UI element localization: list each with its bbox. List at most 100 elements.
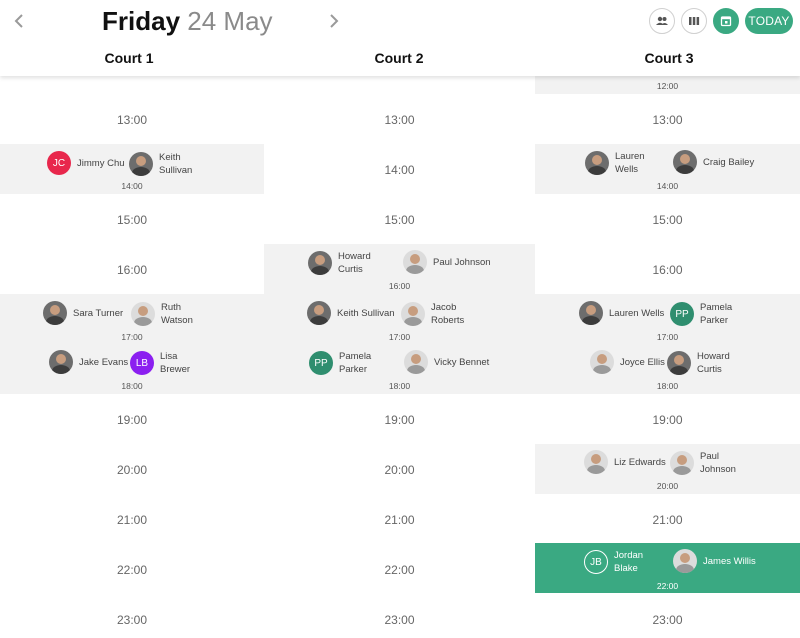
player[interactable]: Keith Sullivan [129, 151, 192, 177]
hour-slot-2200[interactable]: 22:00 [264, 563, 535, 577]
calendar-view-button[interactable] [713, 8, 739, 34]
avatar [404, 350, 428, 374]
player[interactable]: Lauren Wells [579, 301, 664, 325]
hour-slot-2100[interactable]: 21:00 [535, 513, 800, 527]
player-name: Jake Evans [79, 356, 129, 368]
player[interactable]: Howard Curtis [308, 250, 371, 276]
player[interactable]: Craig Bailey [673, 150, 754, 174]
hour-slot-1900[interactable]: 19:00 [264, 413, 535, 427]
hour-slot-1300[interactable]: 13:00 [264, 113, 535, 127]
booking-1400[interactable]: JC Jimmy Chu Keith Sullivan 14:00 [0, 144, 264, 194]
hour-slot-2000[interactable]: 20:00 [0, 463, 264, 477]
avatar [131, 302, 155, 326]
avatar [579, 301, 603, 325]
hour-slot-1600[interactable]: 16:00 [535, 263, 800, 277]
player[interactable]: Vicky Bennet [404, 350, 489, 374]
booking-time: 18:00 [656, 381, 679, 391]
avatar [43, 301, 67, 325]
player[interactable]: Paul Johnson [670, 450, 736, 476]
player-name: Paul Johnson [433, 256, 491, 268]
hour-slot-2300[interactable]: 23:00 [0, 613, 264, 627]
player[interactable]: Howard Curtis [667, 350, 730, 376]
player[interactable]: LB Lisa Brewer [130, 350, 190, 376]
player-name: Lisa Brewer [160, 351, 191, 375]
date-label: 24 May [187, 6, 273, 36]
court-header-2: Court 2 [374, 50, 424, 66]
booking-1600[interactable]: Howard Curtis Paul Johnson 16:00 [264, 244, 535, 294]
booking-2200-selected[interactable]: JB Jordan Blake James Willis 22:00 [535, 543, 800, 593]
hour-slot-2300[interactable]: 23:00 [535, 613, 800, 627]
avatar: PP [309, 351, 333, 375]
booking-1700[interactable]: Sara Turner Ruth Watson 17:00 [0, 294, 264, 344]
previous-day-button[interactable] [6, 8, 32, 34]
player-name: Sara Turner [73, 307, 124, 319]
booking-time: 16:00 [388, 281, 411, 291]
hour-slot-1500[interactable]: 15:00 [264, 213, 535, 227]
hour-slot-1300[interactable]: 13:00 [0, 113, 264, 127]
player-name: Pamela Parker [339, 351, 372, 375]
booking-1700[interactable]: Keith Sullivan Jacob Roberts 17:00 [264, 294, 535, 344]
player[interactable]: Lauren Wells [585, 150, 645, 176]
booking-time: 20:00 [656, 481, 679, 491]
hour-slot-1500[interactable]: 15:00 [535, 213, 800, 227]
player[interactable]: Sara Turner [43, 301, 123, 325]
hour-slot-1900[interactable]: 19:00 [535, 413, 800, 427]
player-name: Jacob Roberts [431, 302, 465, 326]
next-day-button[interactable] [321, 8, 347, 34]
avatar: PP [670, 302, 694, 326]
player[interactable]: JB Jordan Blake [584, 549, 643, 575]
avatar [585, 151, 609, 175]
player[interactable]: Jake Evans [49, 350, 128, 374]
hour-slot-1400[interactable]: 14:00 [264, 163, 535, 177]
player[interactable]: Paul Johnson [403, 250, 491, 274]
people-view-button[interactable] [649, 8, 675, 34]
player-name: Keith Sullivan [159, 152, 193, 176]
player-name: Ruth Watson [161, 302, 193, 326]
avatar: JB [584, 550, 608, 574]
booking-time: 14:00 [656, 181, 679, 191]
player[interactable]: Joyce Ellis [590, 350, 665, 374]
hour-slot-2100[interactable]: 21:00 [264, 513, 535, 527]
player[interactable]: Jacob Roberts [401, 301, 464, 327]
booking-2000[interactable]: Liz Edwards Paul Johnson 20:00 [535, 444, 800, 494]
hour-slot-1300[interactable]: 13:00 [535, 113, 800, 127]
hour-slot-2100[interactable]: 21:00 [0, 513, 264, 527]
booking-time: 14:00 [121, 181, 143, 191]
booking-1700[interactable]: Lauren Wells PP Pamela Parker 17:00 [535, 294, 800, 344]
hour-slot-2300[interactable]: 23:00 [264, 613, 535, 627]
booking-1200[interactable]: 12:00 [535, 76, 800, 94]
booking-1800[interactable]: Joyce Ellis Howard Curtis 18:00 [535, 344, 800, 394]
booking-1400[interactable]: Lauren Wells Craig Bailey 14:00 [535, 144, 800, 194]
hour-slot-1900[interactable]: 19:00 [0, 413, 264, 427]
player[interactable]: PP Pamela Parker [670, 301, 732, 327]
booking-1800[interactable]: PP Pamela Parker Vicky Bennet 18:00 [264, 344, 535, 394]
today-button[interactable]: TODAY [745, 8, 793, 34]
player-name: Keith Sullivan [337, 307, 395, 319]
hour-slot-2000[interactable]: 20:00 [264, 463, 535, 477]
booking-time: 17:00 [656, 332, 679, 342]
avatar [670, 451, 694, 475]
player[interactable]: JC Jimmy Chu [47, 151, 125, 175]
booking-time: 12:00 [656, 81, 679, 91]
player[interactable]: Liz Edwards [584, 450, 666, 474]
hour-slot-2200[interactable]: 22:00 [0, 563, 264, 577]
hour-slot-1600[interactable]: 16:00 [0, 263, 264, 277]
hour-slot-1500[interactable]: 15:00 [0, 213, 264, 227]
page-title: Friday 24 May [102, 4, 273, 38]
player[interactable]: Ruth Watson [131, 301, 193, 327]
booking-1800[interactable]: Jake Evans LB Lisa Brewer 18:00 [0, 344, 264, 394]
avatar [590, 350, 614, 374]
player[interactable]: Keith Sullivan [307, 301, 395, 325]
avatar [673, 549, 697, 573]
columns-view-button[interactable] [681, 8, 707, 34]
calendar-icon [720, 16, 732, 27]
player-name: James Willis [703, 555, 756, 567]
court-3-column: 12:00 13:00 Lauren Wells Craig Bailey 14:… [535, 76, 800, 638]
avatar [673, 150, 697, 174]
court-2-column: 13:00 14:00 15:00 Howard Curtis Paul John… [264, 76, 535, 638]
chevron-right-icon [330, 14, 339, 28]
player[interactable]: PP Pamela Parker [309, 350, 371, 376]
avatar [307, 301, 331, 325]
player-name: Jordan Blake [614, 550, 644, 574]
player[interactable]: James Willis [673, 549, 756, 573]
